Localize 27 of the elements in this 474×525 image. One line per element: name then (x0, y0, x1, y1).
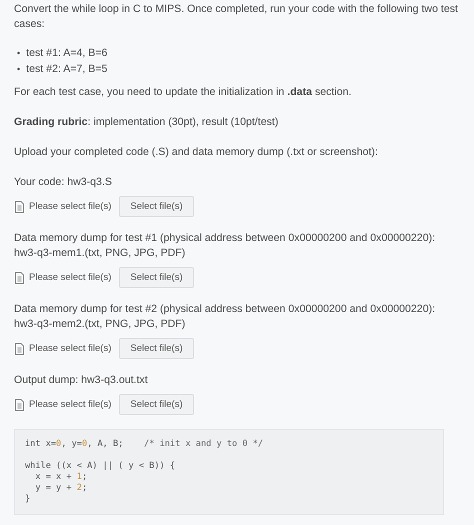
bullet: • (17, 47, 20, 60)
test-case-item: test #1: A=4, B=6 (26, 46, 108, 61)
select-file-button[interactable]: Select file(s) (119, 267, 194, 288)
upload-label: Your code: hw3-q3.S (14, 175, 113, 190)
file-status-text: Please select file(s) (29, 343, 112, 354)
instructions-text: Convert the while loop in C to MIPS. Once completed, run your code with the following two test cases: (14, 2, 459, 32)
bullet: • (17, 63, 20, 76)
file-icon (14, 398, 25, 410)
select-file-button[interactable]: Select file(s) (119, 394, 194, 415)
instructions-text: Upload your completed code (.S) and data memory dump (.txt or screenshot): (14, 145, 379, 160)
upload-label: Data memory dump for test #1 (physical address between 0x00000200 and 0x00000220): (14, 231, 436, 246)
code-block: int x=0, y=0, A, B; /* init x and y to 0 */ while ((x < A) || ( y < B)) { x = x + 1; y = y + 2; } (14, 429, 444, 515)
upload-label: hw3-q3-mem1.(txt, PNG, JPG, PDF) (14, 246, 186, 261)
test-case-item: test #2: A=7, B=5 (26, 62, 108, 77)
instructions-text: For each test case, you need to update the initialization in .data section. (14, 85, 352, 100)
file-status-text: Please select file(s) (29, 272, 112, 283)
upload-label: hw3-q3-mem2.(txt, PNG, JPG, PDF) (14, 317, 186, 332)
upload-label: Data memory dump for test #2 (physical address between 0x00000200 and 0x00000220): (14, 302, 436, 317)
file-status-text: Please select file(s) (29, 399, 112, 410)
file-icon (14, 272, 25, 284)
file-icon (14, 200, 25, 212)
rubric-text: Grading rubric: implementation (30pt), result (10pt/test) (14, 115, 280, 130)
select-file-button[interactable]: Select file(s) (119, 196, 194, 217)
select-file-button[interactable]: Select file(s) (119, 338, 194, 359)
file-status-text: Please select file(s) (29, 201, 112, 212)
file-icon (14, 342, 25, 354)
upload-label: Output dump: hw3-q3.out.txt (14, 373, 149, 388)
